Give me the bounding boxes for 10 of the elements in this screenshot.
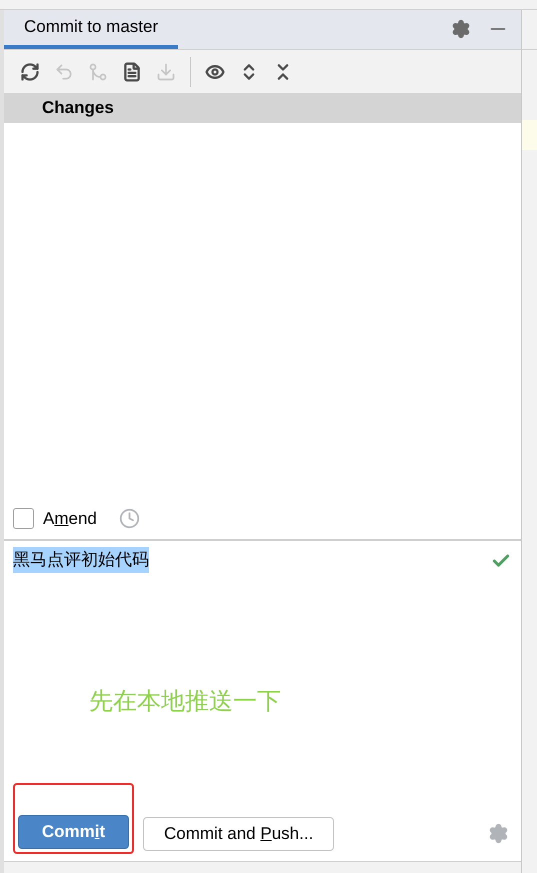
- amend-checkbox[interactable]: Amend: [13, 506, 97, 531]
- refresh-icon[interactable]: [20, 62, 40, 82]
- settings-icon[interactable]: [451, 19, 471, 39]
- changes-header: Changes: [4, 93, 521, 123]
- document-icon[interactable]: [122, 62, 142, 82]
- commit-message: 黑马点评初始代码: [13, 547, 149, 573]
- annotation-text: 先在本地推送一下: [89, 688, 281, 715]
- commit-and-push-button[interactable]: Commit and Push...: [143, 816, 334, 850]
- commit-button[interactable]: Commit: [18, 815, 129, 849]
- commit-message-area[interactable]: 黑马点评初始代码 先在本地推送一下 Commit Commit and Push...: [4, 539, 521, 861]
